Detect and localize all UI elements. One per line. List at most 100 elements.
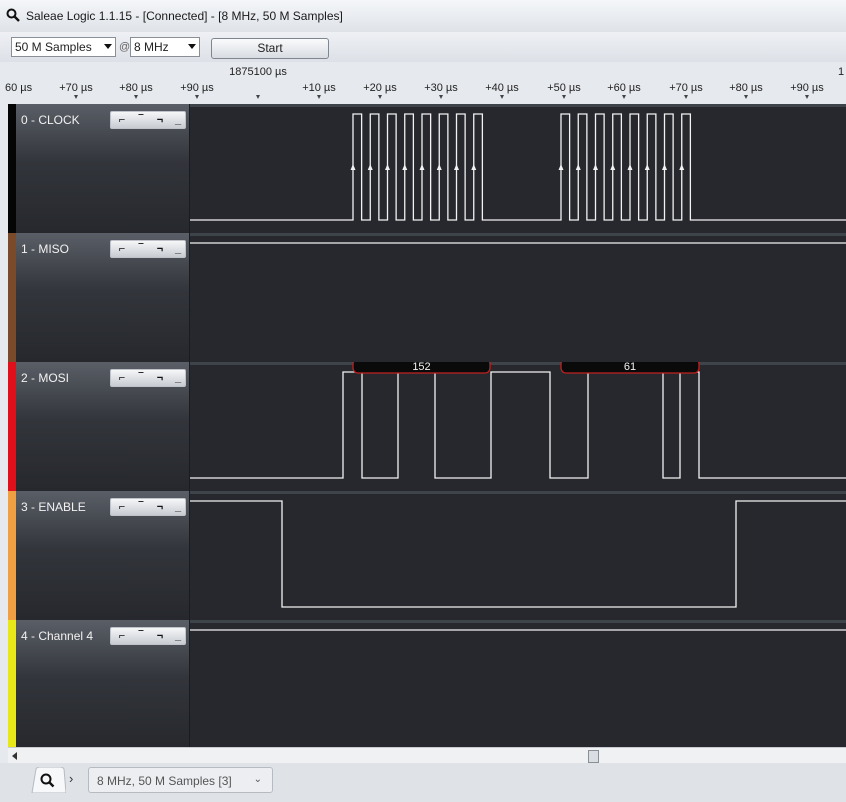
- channel-label-panel[interactable]: 4 - Channel 4 ⌐ ‾ ¬ _: [8, 620, 190, 749]
- waveform-area[interactable]: [190, 491, 846, 620]
- trigger-button-group: ⌐ ‾ ¬ _: [110, 498, 186, 516]
- channel-name: 1 - MISO: [21, 242, 70, 256]
- ruler-tick-marker: [684, 95, 688, 99]
- ruler-reference-label: 1875100 µs: [229, 66, 287, 78]
- ruler-tick-marker: [562, 95, 566, 99]
- channel-label-panel[interactable]: 0 - CLOCK ⌐ ‾ ¬ _: [8, 104, 190, 233]
- clock-waveform: [190, 113, 846, 221]
- ruler-tick-label: +60 µs: [607, 82, 641, 94]
- toolbar: 50 M Samples @ 8 MHz Start: [0, 32, 846, 62]
- next-tab-icon[interactable]: ›: [69, 771, 73, 786]
- ruler-tick-label: +90 µs: [180, 82, 214, 94]
- channel-label-panel[interactable]: 2 - MOSI ⌐ ‾ ¬ _: [8, 362, 190, 491]
- ruler-tick-label: +80 µs: [119, 82, 153, 94]
- ruler-tick-marker: [500, 95, 504, 99]
- low-level-trigger-icon[interactable]: _: [169, 500, 187, 514]
- decoded-value-label: 61: [624, 362, 636, 373]
- channel-name: 3 - ENABLE: [21, 500, 86, 514]
- channel-row-miso: 1 - MISO ⌐ ‾ ¬ _: [8, 233, 846, 362]
- ruler-tick-marker: [195, 95, 199, 99]
- falling-edge-trigger-icon[interactable]: ¬: [151, 113, 169, 127]
- ruler-tick-label: +50 µs: [547, 82, 581, 94]
- channel-name: 4 - Channel 4: [21, 629, 94, 643]
- sample-rate-value: 8 MHz: [134, 40, 169, 54]
- rising-edge-trigger-icon[interactable]: ⌐: [113, 242, 131, 256]
- high-level-trigger-icon[interactable]: ‾: [132, 500, 150, 514]
- scrollbar-thumb[interactable]: [588, 750, 599, 763]
- low-level-trigger-icon[interactable]: _: [169, 629, 187, 643]
- channel-label-panel[interactable]: 1 - MISO ⌐ ‾ ¬ _: [8, 233, 190, 362]
- falling-edge-trigger-icon[interactable]: ¬: [151, 242, 169, 256]
- session-tab-bar: › 8 MHz, 50 M Samples [3] ⌄: [0, 763, 846, 802]
- channel-name: 0 - CLOCK: [21, 113, 80, 127]
- trigger-button-group: ⌐ ‾ ¬ _: [110, 627, 186, 645]
- high-level-trigger-icon[interactable]: ‾: [132, 371, 150, 385]
- ruler-left-edge-label: 60 µs: [5, 82, 33, 94]
- ruler-tick-marker: [74, 95, 78, 99]
- ruler-tick-marker: [744, 95, 748, 99]
- ruler-reference-marker: [256, 95, 260, 99]
- chevron-down-icon: [104, 44, 112, 49]
- ruler-right-edge-label: 1: [838, 66, 845, 78]
- rising-edge-trigger-icon[interactable]: ⌐: [113, 113, 131, 127]
- trigger-button-group: ⌐ ‾ ¬ _: [110, 111, 186, 129]
- horizontal-scrollbar[interactable]: [8, 747, 846, 764]
- channel-name: 2 - MOSI: [21, 371, 70, 385]
- waveform-area[interactable]: [190, 620, 846, 749]
- ruler-tick-label: +70 µs: [59, 82, 93, 94]
- ruler-tick-marker: [439, 95, 443, 99]
- channel-color-strip: [8, 491, 16, 620]
- high-level-trigger-icon[interactable]: ‾: [132, 242, 150, 256]
- samples-select[interactable]: 50 M Samples: [11, 37, 116, 57]
- chevron-down-icon[interactable]: ⌄: [254, 774, 262, 785]
- high-level-trigger-icon[interactable]: ‾: [132, 629, 150, 643]
- channel-color-strip: [8, 233, 16, 362]
- start-button[interactable]: Start: [211, 38, 329, 59]
- waveform-area[interactable]: [190, 233, 846, 362]
- ruler-tick-label: +30 µs: [424, 82, 458, 94]
- search-icon: [6, 8, 20, 22]
- mosi-waveform: [190, 371, 846, 479]
- chevron-down-icon: [188, 44, 196, 49]
- sample-rate-select[interactable]: 8 MHz: [130, 37, 200, 57]
- low-level-trigger-icon[interactable]: _: [169, 242, 187, 256]
- channel-color-strip: [8, 362, 16, 491]
- waveform-area[interactable]: [190, 104, 846, 233]
- channel-row-clock: 0 - CLOCK ⌐ ‾ ¬ _: [8, 104, 846, 233]
- scroll-left-arrow-icon[interactable]: [12, 752, 17, 760]
- enable-waveform: [190, 500, 846, 608]
- channel-row-mosi: 2 - MOSI ⌐ ‾ ¬ _ 152 61: [8, 362, 846, 491]
- ruler-tick-label: +70 µs: [669, 82, 703, 94]
- title-bar: Saleae Logic 1.1.15 - [Connected] - [8 M…: [0, 0, 846, 32]
- channel-label-panel[interactable]: 3 - ENABLE ⌐ ‾ ¬ _: [8, 491, 190, 620]
- channel-color-strip: [8, 104, 16, 233]
- ruler-tick-label: +80 µs: [729, 82, 763, 94]
- rising-edge-trigger-icon[interactable]: ⌐: [113, 371, 131, 385]
- trigger-button-group: ⌐ ‾ ¬ _: [110, 240, 186, 258]
- falling-edge-trigger-icon[interactable]: ¬: [151, 629, 169, 643]
- low-level-trigger-icon[interactable]: _: [169, 371, 187, 385]
- high-level-trigger-icon[interactable]: ‾: [132, 113, 150, 127]
- rising-edge-trigger-icon[interactable]: ⌐: [113, 500, 131, 514]
- waveform-area[interactable]: 152 61: [190, 362, 846, 491]
- low-level-trigger-icon[interactable]: _: [169, 113, 187, 127]
- tab-session-label: 8 MHz, 50 M Samples [3]: [97, 774, 232, 788]
- ruler-tick-marker: [805, 95, 809, 99]
- falling-edge-trigger-icon[interactable]: ¬: [151, 371, 169, 385]
- ruler-tick-label: +40 µs: [485, 82, 519, 94]
- ruler-tick-label: +20 µs: [363, 82, 397, 94]
- time-ruler[interactable]: 60 µs 1875100 µs 1 +70 µs +80 µs +90 µs +10…: [0, 62, 846, 102]
- samples-select-value: 50 M Samples: [15, 40, 92, 54]
- ruler-tick-marker: [317, 95, 321, 99]
- ruler-tick-label: +10 µs: [302, 82, 336, 94]
- search-tab-icon[interactable]: [30, 767, 66, 793]
- ruler-tick-marker: [622, 95, 626, 99]
- trigger-button-group: ⌐ ‾ ¬ _: [110, 369, 186, 387]
- falling-edge-trigger-icon[interactable]: ¬: [151, 500, 169, 514]
- window-title: Saleae Logic 1.1.15 - [Connected] - [8 M…: [26, 9, 343, 23]
- channel-row-enable: 3 - ENABLE ⌐ ‾ ¬ _: [8, 491, 846, 620]
- ruler-tick-marker: [134, 95, 138, 99]
- tab-session[interactable]: 8 MHz, 50 M Samples [3] ⌄: [88, 767, 273, 793]
- channel-color-strip: [8, 620, 16, 749]
- rising-edge-trigger-icon[interactable]: ⌐: [113, 629, 131, 643]
